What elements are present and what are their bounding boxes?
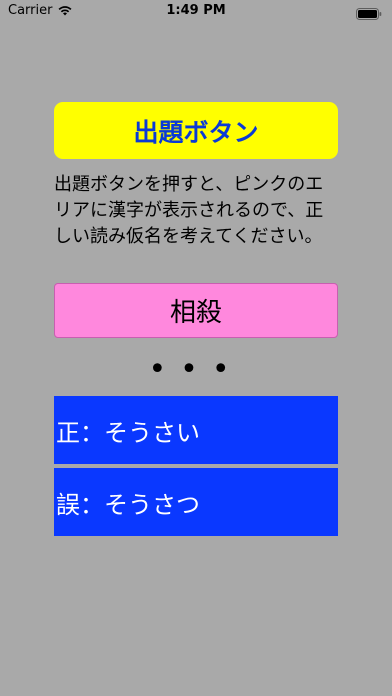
question-button[interactable]: 出題ボタン	[54, 102, 338, 159]
separator-dots: •••	[148, 352, 244, 387]
correct-reading-button[interactable]: 正：そうさい	[54, 396, 338, 464]
wrong-reading-button[interactable]: 誤：そうさつ	[54, 468, 338, 536]
instructions-text: 出題ボタンを押すと、ピンクのエリアに漢字が表示されるので、正しい読み仮名を考えて…	[54, 174, 324, 247]
battery-icon	[356, 5, 382, 20]
kanji-display: 相殺	[54, 283, 338, 338]
status-bar: Carrier 1:49 PM	[0, 0, 392, 22]
status-time: 1:49 PM	[166, 3, 226, 18]
